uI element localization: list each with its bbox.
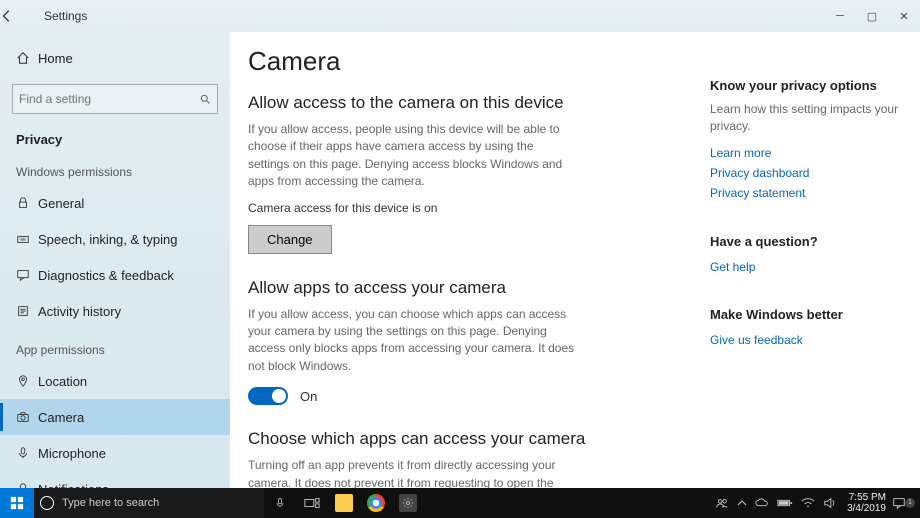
- section1-body: If you allow access, people using this d…: [248, 121, 578, 191]
- search-input[interactable]: [19, 92, 199, 106]
- info-body-privacy: Learn how this setting impacts your priv…: [710, 101, 900, 135]
- taskbar-search-placeholder: Type here to search: [62, 497, 159, 509]
- time-label: 7:55 PM: [847, 492, 886, 503]
- category-label: Privacy: [0, 122, 230, 151]
- section3-heading: Choose which apps can access your camera: [248, 429, 682, 449]
- info-heading-question: Have a question?: [710, 234, 900, 249]
- info-panel: Know your privacy options Learn how this…: [700, 32, 920, 488]
- group-windows-permissions: Windows permissions: [0, 151, 230, 185]
- wifi-icon[interactable]: [797, 497, 819, 509]
- taskbar-search[interactable]: Type here to search: [34, 488, 264, 518]
- camera-icon: [16, 410, 38, 424]
- battery-icon[interactable]: [773, 498, 797, 508]
- section3-body: Turning off an app prevents it from dire…: [248, 457, 578, 488]
- titlebar: Settings ─ ▢ ✕: [0, 0, 920, 32]
- nav-activity[interactable]: Activity history: [0, 293, 230, 329]
- onedrive-icon[interactable]: [751, 498, 773, 508]
- link-learn-more[interactable]: Learn more: [710, 143, 900, 163]
- maximize-button[interactable]: ▢: [856, 10, 888, 23]
- link-get-help[interactable]: Get help: [710, 257, 900, 277]
- home-icon: [16, 51, 38, 65]
- info-heading-feedback: Make Windows better: [710, 307, 900, 322]
- change-button[interactable]: Change: [248, 225, 332, 254]
- taskbar-app-chrome[interactable]: [360, 488, 392, 518]
- nav-label: Diagnostics & feedback: [38, 268, 174, 283]
- cortana-mic-icon[interactable]: [264, 488, 296, 518]
- people-icon[interactable]: [711, 496, 733, 510]
- nav-label: Microphone: [38, 446, 106, 461]
- back-button[interactable]: [0, 9, 40, 23]
- taskbar-app-explorer[interactable]: [328, 488, 360, 518]
- history-icon: [16, 304, 38, 318]
- system-tray: 7:55 PM 3/4/2019 1: [711, 492, 920, 514]
- start-button[interactable]: [0, 488, 34, 518]
- section2-heading: Allow apps to access your camera: [248, 278, 682, 298]
- nav-speech[interactable]: Speech, inking, & typing: [0, 221, 230, 257]
- nav-notifications[interactable]: Notifications: [0, 471, 230, 488]
- notif-badge: 1: [905, 498, 915, 508]
- taskbar: Type here to search 7:55 PM: [0, 488, 920, 518]
- window-title: Settings: [44, 9, 87, 23]
- close-button[interactable]: ✕: [888, 10, 920, 23]
- feedback-icon: [16, 268, 38, 282]
- task-view-button[interactable]: [296, 488, 328, 518]
- microphone-icon: [16, 446, 38, 460]
- link-privacy-dashboard[interactable]: Privacy dashboard: [710, 163, 900, 183]
- minimize-button[interactable]: ─: [824, 10, 856, 22]
- clock[interactable]: 7:55 PM 3/4/2019: [841, 492, 892, 514]
- date-label: 3/4/2019: [847, 503, 886, 514]
- action-center-button[interactable]: 1: [892, 496, 918, 510]
- nav-camera[interactable]: Camera: [0, 399, 230, 435]
- nav-label: Speech, inking, & typing: [38, 232, 177, 247]
- nav-label: Camera: [38, 410, 84, 425]
- tray-chevron-up-icon[interactable]: [733, 498, 751, 508]
- sidebar: Home Privacy Windows permissions General…: [0, 32, 230, 488]
- taskbar-app-settings[interactable]: [392, 488, 424, 518]
- section1-heading: Allow access to the camera on this devic…: [248, 93, 682, 113]
- page-title: Camera: [248, 46, 682, 77]
- search-icon: [199, 93, 211, 105]
- nav-label: Location: [38, 374, 87, 389]
- camera-access-status: Camera access for this device is on: [248, 201, 682, 215]
- nav-diagnostics[interactable]: Diagnostics & feedback: [0, 257, 230, 293]
- link-give-feedback[interactable]: Give us feedback: [710, 330, 900, 350]
- nav-label: Activity history: [38, 304, 121, 319]
- apps-access-toggle[interactable]: [248, 387, 288, 405]
- group-app-permissions: App permissions: [0, 329, 230, 363]
- nav-microphone[interactable]: Microphone: [0, 435, 230, 471]
- home-button[interactable]: Home: [0, 40, 230, 76]
- nav-location[interactable]: Location: [0, 363, 230, 399]
- location-icon: [16, 374, 38, 388]
- home-label: Home: [38, 51, 73, 66]
- link-privacy-statement[interactable]: Privacy statement: [710, 183, 900, 203]
- cortana-icon: [40, 496, 54, 510]
- section2-body: If you allow access, you can choose whic…: [248, 306, 578, 376]
- keyboard-icon: [16, 232, 38, 246]
- volume-icon[interactable]: [819, 497, 841, 509]
- settings-search[interactable]: [12, 84, 218, 114]
- toggle-state-label: On: [300, 389, 317, 404]
- nav-general[interactable]: General: [0, 185, 230, 221]
- nav-label: General: [38, 196, 84, 211]
- info-heading-privacy: Know your privacy options: [710, 78, 900, 93]
- lock-icon: [16, 196, 38, 210]
- main-panel: Camera Allow access to the camera on thi…: [230, 32, 920, 488]
